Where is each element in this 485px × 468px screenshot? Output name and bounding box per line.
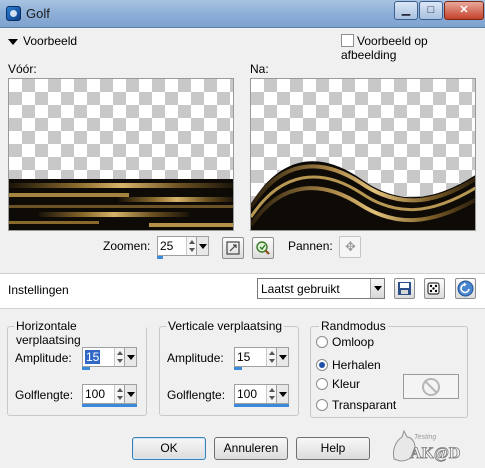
pan-label: Pannen: [288,239,333,253]
preview-on-image-checkbox[interactable]: Voorbeeld op afbeelding [341,34,485,62]
preset-dropdown[interactable]: Laatst gebruikt [257,278,385,299]
reset-icon [457,280,474,297]
reset-button[interactable] [455,278,476,299]
maximize-icon: □ [427,4,435,16]
zoom-spinner[interactable]: 25 [157,236,209,259]
vertical-wavelength-spinner[interactable]: 100 [234,384,289,407]
horizontal-amplitude-bar [82,367,90,370]
vertical-wavelength-label: Golflengte: [167,388,226,402]
close-button[interactable]: ✕ [444,1,484,20]
help-button[interactable]: Help [296,437,370,460]
save-preset-button[interactable] [394,278,415,299]
settings-label: Instellingen [8,283,69,297]
preview-header-label: Voorbeeld [23,34,78,48]
horizontal-amplitude-dropdown[interactable] [124,348,136,366]
maximize-button[interactable]: □ [419,1,443,20]
radio-transparent [316,399,328,411]
svg-text:AK@D: AK@D [410,445,460,462]
vertical-amplitude-value[interactable]: 15 [237,350,250,364]
after-preview[interactable] [250,78,476,231]
radio-wrap [316,336,328,348]
zoom-spin-arrows[interactable] [186,237,196,255]
close-icon: ✕ [459,4,469,16]
zoom-level-bar [157,256,163,259]
app-icon [6,6,21,21]
svg-text:Testing: Testing [414,434,436,441]
edge-color-swatch[interactable] [403,374,459,399]
zoom-value[interactable]: 25 [160,239,173,253]
vertical-group-title: Verticale verplaatsing [166,319,285,333]
horizontal-group-title: Horizontale verplaatsing [14,319,146,347]
horizontal-wavelength-spin-arrows[interactable] [114,385,124,403]
fit-zoom-button[interactable] [222,237,244,259]
cancel-button[interactable]: Annuleren [214,437,288,460]
vertical-amplitude-bar [234,367,242,370]
horizontal-wavelength-value[interactable]: 100 [85,387,105,401]
pan-button[interactable]: ✥ [339,236,361,258]
title-bar: Golf ▁ □ ✕ [0,0,485,28]
randomize-icon [427,282,440,295]
preview-on-image-label: Voorbeeld op afbeelding [341,34,428,62]
pan-icon: ✥ [345,239,356,254]
edge-option-repeat[interactable]: Herhalen [316,358,381,372]
before-preview[interactable] [8,78,234,231]
horizontal-amplitude-value[interactable]: 15 [85,350,101,364]
after-label: Na: [250,62,269,76]
zoom-dropdown-button[interactable] [196,237,208,255]
edge-option-label: Herhalen [332,358,381,372]
proof-icon [256,241,270,255]
vertical-wavelength-dropdown[interactable] [276,385,288,403]
edge-option-transparent[interactable]: Transparant [316,398,396,412]
minimize-icon: ▁ [401,4,411,16]
ok-button[interactable]: OK [132,437,206,460]
vertical-amplitude-spinner[interactable]: 15 [234,347,289,370]
save-preset-icon [398,282,411,295]
vertical-amplitude-spin-arrows[interactable] [266,348,276,366]
checkbox-box [341,34,354,47]
randomize-button[interactable] [424,278,445,299]
edge-option-wrap[interactable]: Omloop [316,335,374,349]
radio-color [316,378,328,390]
edge-option-label: Kleur [332,377,361,391]
no-color-icon [422,378,440,396]
vertical-wavelength-bar [234,404,289,407]
preview-toggle[interactable]: Voorbeeld [8,34,77,48]
horizontal-amplitude-label: Amplitude: [15,351,72,365]
horizontal-wavelength-dropdown[interactable] [124,385,136,403]
edge-option-label: Transparant [332,398,397,412]
after-image [251,161,475,230]
preset-value: Laatst gebruikt [261,282,340,296]
horizontal-amplitude-spin-arrows[interactable] [114,348,124,366]
vertical-amplitude-label: Amplitude: [167,351,224,365]
horizontal-wavelength-spinner[interactable]: 100 [82,384,137,407]
edge-mode-title: Randmodus [319,319,388,333]
zoom-label: Zoomen: [103,239,151,253]
minimize-button[interactable]: ▁ [394,1,418,20]
vertical-wavelength-spin-arrows[interactable] [266,385,276,403]
collapse-triangle-icon [8,38,18,45]
edge-option-color[interactable]: Kleur [316,377,360,391]
before-image [9,179,233,230]
horizontal-wavelength-bar [82,404,137,407]
proof-button[interactable] [252,237,274,259]
horizontal-wavelength-label: Golflengte: [15,388,74,402]
radio-repeat [316,359,328,371]
window-title: Golf [26,6,50,21]
edge-option-label: Omloop [332,335,375,349]
watermark-logo: Testing AK@D [388,425,478,465]
fit-zoom-icon [226,241,240,255]
preset-dropdown-arrow[interactable] [370,279,384,298]
horizontal-amplitude-spinner[interactable]: 15 [82,347,137,370]
vertical-amplitude-dropdown[interactable] [276,348,288,366]
before-label: Vóór: [8,62,37,76]
vertical-wavelength-value[interactable]: 100 [237,387,257,401]
